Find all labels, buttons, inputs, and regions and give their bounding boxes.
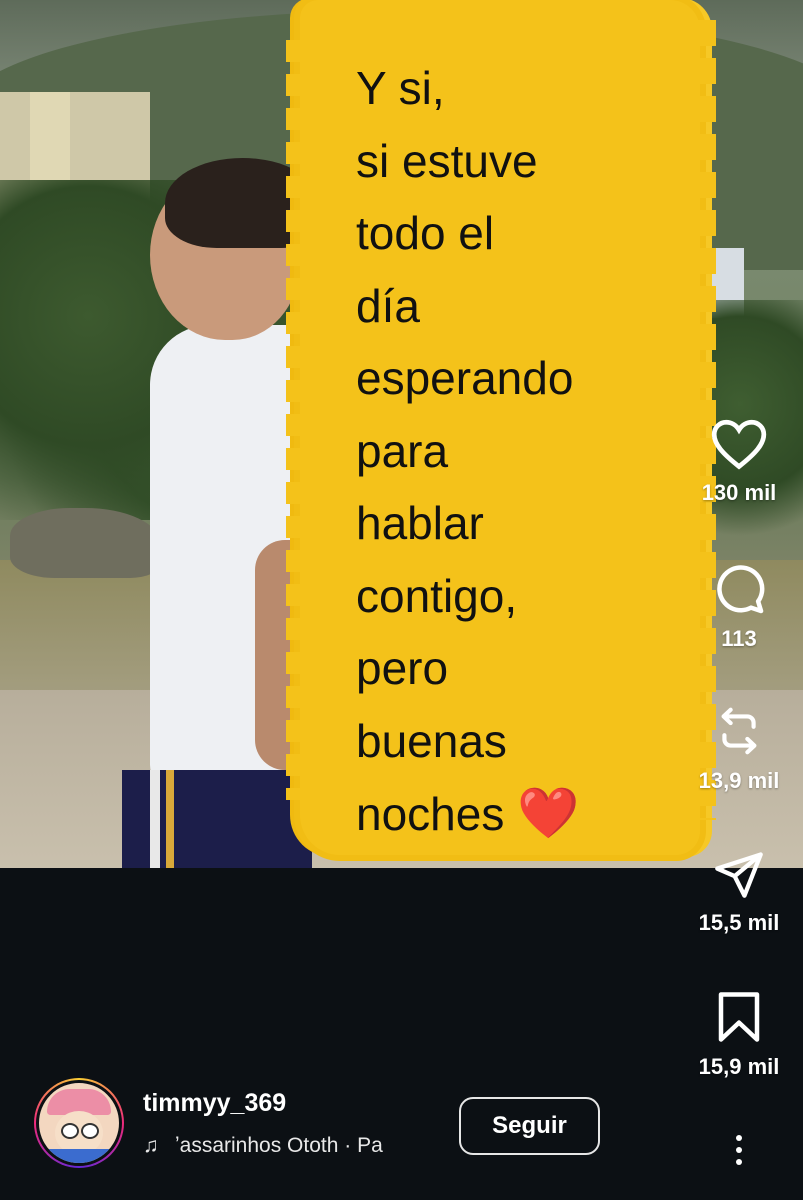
caption-line: buenas <box>356 714 507 767</box>
caption-line: noches <box>356 788 505 840</box>
music-text: ʼassarinhos Ototh · Pa <box>175 1134 383 1157</box>
rocks <box>10 508 160 578</box>
share-button[interactable]: 15,5 mil <box>679 848 799 936</box>
avatar-eye <box>61 1123 79 1139</box>
comment-button[interactable]: 113 <box>679 562 799 652</box>
avatar[interactable] <box>34 1078 124 1168</box>
save-button[interactable]: 15,9 mil <box>679 990 799 1080</box>
comment-icon <box>717 565 765 614</box>
music-row[interactable]: ♫ ʼassarinhos Ototh · Pa <box>143 1134 439 1158</box>
avatar-image <box>36 1080 122 1166</box>
caption-line: todo el <box>356 207 495 259</box>
repost-button[interactable]: 13,9 mil <box>679 704 799 794</box>
caption-line: hablar <box>356 497 484 549</box>
save-count: 15,9 mil <box>698 1054 780 1079</box>
caption-line: para <box>356 424 449 477</box>
caption-line: Y si, <box>356 62 445 114</box>
more-options-icon[interactable] <box>729 1135 749 1175</box>
caption-line: pero <box>356 642 449 694</box>
red-heart-emoji: ❤️ <box>517 785 580 841</box>
repost-icon <box>721 707 757 755</box>
music-note-icon: ♫ <box>143 1134 159 1157</box>
heart-icon <box>711 419 767 470</box>
comment-count: 113 <box>721 626 757 651</box>
follow-button[interactable]: Seguir <box>459 1097 600 1155</box>
avatar-eye <box>81 1123 99 1139</box>
like-button[interactable]: 130 mil <box>679 418 799 506</box>
like-count: 130 mil <box>701 480 777 505</box>
caption-line-last: noches ❤️ <box>356 777 676 851</box>
caption-line: si estuve <box>356 134 538 187</box>
overlay-caption: Y si, si estuve todo el día esperando pa… <box>356 52 676 851</box>
caption-line: esperando <box>356 352 574 404</box>
username-link[interactable]: timmyy_369 <box>143 1089 286 1118</box>
avatar-shirt <box>49 1149 109 1163</box>
repost-count: 13,9 mil <box>698 768 780 793</box>
share-count: 15,5 mil <box>698 910 780 935</box>
person-shorts <box>122 770 312 868</box>
caption-line: contigo, <box>356 569 518 622</box>
caption-line: día <box>356 279 420 332</box>
send-icon <box>715 852 763 898</box>
bookmark-icon <box>718 992 760 1042</box>
